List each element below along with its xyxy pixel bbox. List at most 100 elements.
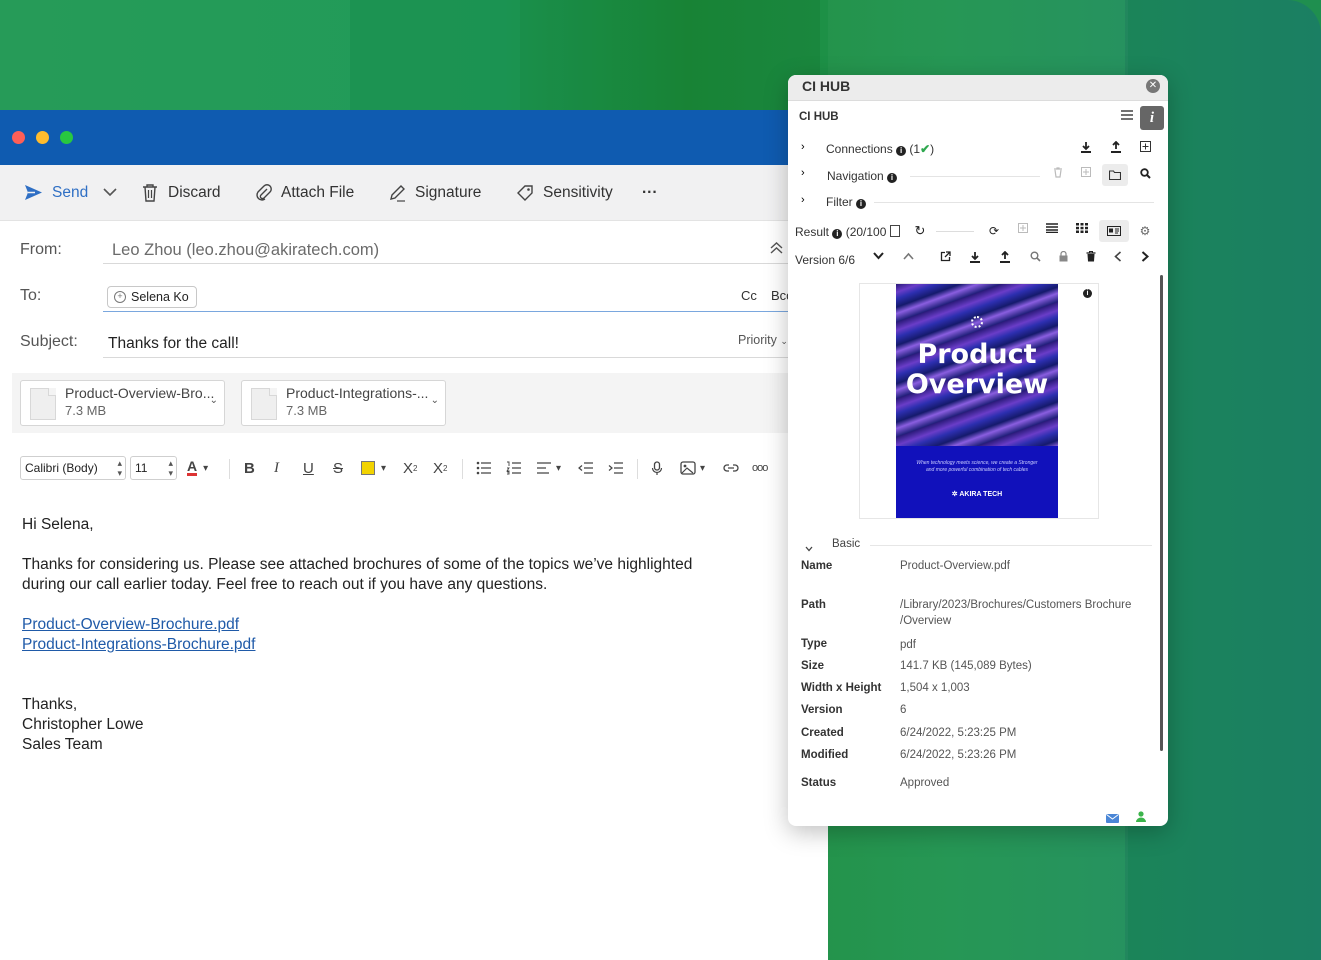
superscript-button[interactable]: X2 [403,457,417,479]
insert-link-button[interactable] [723,457,739,479]
body-greeting[interactable]: Hi Selena, [22,515,94,535]
decrease-indent-button[interactable] [578,457,594,479]
signature-button[interactable]: Signature [388,165,481,220]
panel-scrollbar[interactable] [1160,275,1163,751]
close-panel-button[interactable]: ✕ [1146,79,1160,93]
attachment-card[interactable]: Product-Overview-Bro... 7.3 MB ⌄ [20,380,225,426]
attachment-card[interactable]: Product-Integrations-... 7.3 MB ⌄ [241,380,446,426]
recipient-chip[interactable]: + Selena Ko [107,286,197,308]
image-icon [680,461,696,475]
more-options-button[interactable]: ··· [642,165,658,220]
download-version-button[interactable] [967,251,983,267]
font-family-select[interactable]: Calibri (Body) ▴ ▾ [20,456,126,480]
from-value[interactable]: Leo Zhou (leo.zhou@akiratech.com) [112,241,379,260]
body-paragraph-line[interactable]: during our call earlier today. Feel free… [22,575,547,595]
subject-input[interactable]: Thanks for the call! [108,335,239,353]
send-label: Send [52,183,89,201]
result-row: Result i (20/100 [795,225,900,239]
connections-count-close: ) [930,142,935,156]
body-signature-team[interactable]: Sales Team [22,735,103,755]
open-external-button[interactable] [937,251,953,267]
body-paragraph-line[interactable]: Thanks for considering us. Please see at… [22,555,692,575]
asset-preview[interactable]: Product Overview When technology meets s… [859,283,1099,519]
dictate-button[interactable] [651,457,663,479]
increase-indent-button[interactable] [608,457,624,479]
font-color-button[interactable]: A ▾ [187,457,208,479]
upload-button[interactable] [1108,141,1124,157]
align-button[interactable]: ▾ [536,457,561,479]
result-count: (20/100 [845,225,887,239]
brochure-link[interactable]: Product-Integrations-Brochure.pdf [22,635,255,655]
folder-button[interactable] [1102,164,1128,186]
grid-view-button[interactable] [1074,223,1090,239]
bold-button[interactable]: B [244,457,255,479]
attach-file-button[interactable]: Attach File [256,165,354,220]
bullet-list-button[interactable] [476,457,492,479]
italic-button[interactable]: I [274,457,279,479]
font-size-value: 11 [135,461,148,475]
font-color-icon: A [187,458,198,476]
chevron-down-icon[interactable]: ⌄ [431,395,439,406]
connections-row[interactable]: Connections i (1✔) [826,142,934,156]
mail-button[interactable] [1106,810,1119,826]
compose-window: Send Discard Attach File Signature Sensi… [0,110,828,960]
close-window-button[interactable] [12,131,25,144]
menu-button[interactable] [1119,110,1135,126]
zoom-icon [1030,251,1041,262]
brochure-cover-image: Product Overview When technology meets s… [896,284,1058,518]
navigation-row[interactable]: Navigation i [827,169,898,183]
detail-view-button[interactable] [1099,220,1129,242]
add-disabled-icon [1078,167,1094,183]
discard-button[interactable]: Discard [141,165,221,220]
send-options-dropdown[interactable] [103,165,117,220]
filter-row[interactable]: Filter i [826,195,867,209]
expand-chevron-icon[interactable]: › [801,141,805,153]
info-icon[interactable]: i [1083,289,1092,298]
list-view-button[interactable] [1044,223,1060,239]
cc-button[interactable]: Cc [741,288,757,303]
add-connection-button[interactable] [1137,141,1153,157]
lock-button[interactable] [1055,251,1071,267]
connections-count: (1 [909,142,921,156]
user-button[interactable] [1136,809,1146,826]
strikethrough-button[interactable]: S [333,457,343,479]
list-view-icon [1046,223,1058,233]
highlight-button[interactable]: ▾ [361,457,386,479]
more-formatting-button[interactable]: ooo [752,457,768,479]
info-toggle-button[interactable]: i [1140,106,1164,130]
trash-icon [1086,251,1096,262]
zoom-window-button[interactable] [60,131,73,144]
sensitivity-button[interactable]: Sensitivity [516,165,613,220]
collapse-header-icon[interactable] [769,241,784,259]
expand-chevron-icon[interactable]: › [801,167,805,179]
upload-version-button[interactable] [997,251,1013,267]
subscript-button[interactable]: X2 [433,457,447,479]
download-button[interactable] [1078,141,1094,157]
body-closing[interactable]: Thanks, [22,695,77,715]
reload-button[interactable]: ↻ [912,223,928,239]
minimize-window-button[interactable] [36,131,49,144]
insert-picture-button[interactable]: ▾ [680,457,705,479]
font-size-select[interactable]: 11 ▴ ▾ [130,456,177,480]
version-up-button[interactable] [900,252,916,268]
formatting-toolbar: Calibri (Body) ▴ ▾ 11 ▴ ▾ A ▾ B I U S ▾ X2 … [0,455,828,485]
numbered-list-button[interactable] [506,457,522,479]
previous-button[interactable] [1110,251,1126,267]
brochure-link[interactable]: Product-Overview-Brochure.pdf [22,615,239,635]
external-link-icon [940,251,951,262]
expand-chevron-icon[interactable]: › [801,194,805,206]
next-button[interactable] [1137,251,1153,267]
version-dropdown-button[interactable] [870,252,886,268]
delete-version-button[interactable] [1083,251,1099,267]
attachment-size: 7.3 MB [286,403,328,418]
settings-button[interactable]: ⚙ [1137,223,1153,239]
priority-dropdown[interactable]: Priority ⌄ [738,333,788,347]
zoom-button[interactable] [1027,251,1043,267]
body-signature-name[interactable]: Christopher Lowe [22,715,143,735]
underline-button[interactable]: U [303,457,314,479]
chevron-down-icon[interactable]: ⌄ [210,395,218,406]
search-button[interactable] [1137,168,1153,184]
collapse-section-button[interactable] [805,539,813,557]
sync-button[interactable]: ⟳ [986,223,1002,239]
send-button[interactable]: Send [24,165,88,220]
